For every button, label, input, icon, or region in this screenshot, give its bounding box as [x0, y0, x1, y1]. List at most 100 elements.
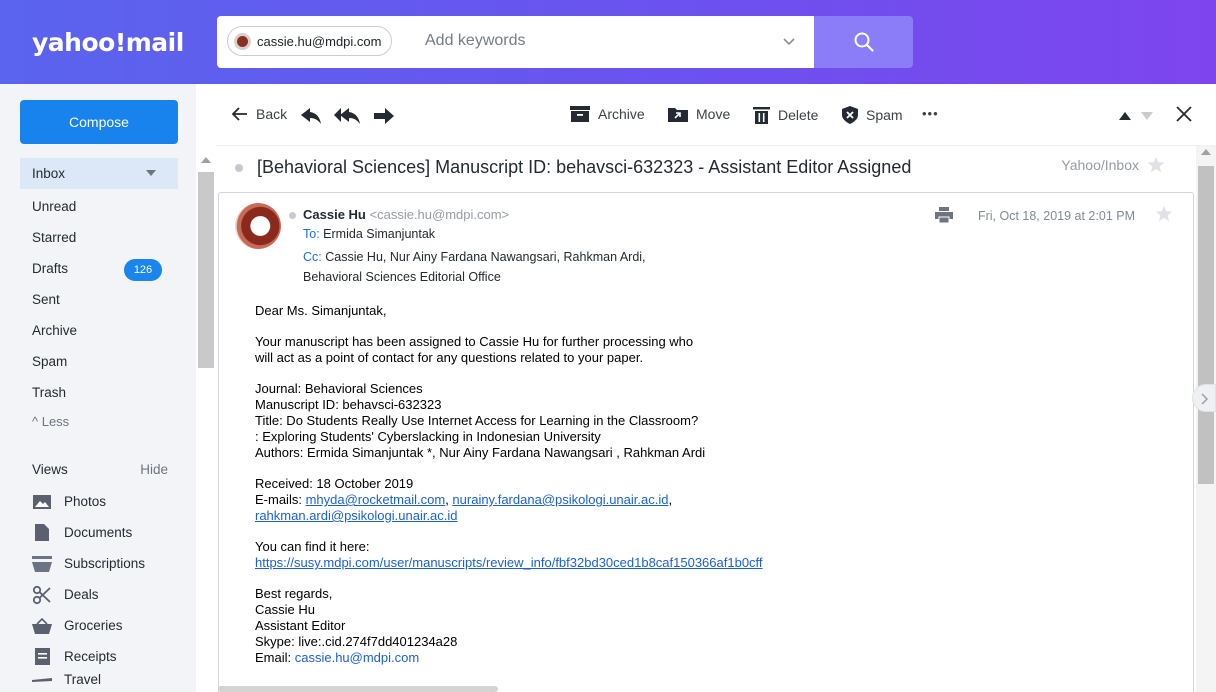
close-icon[interactable] — [1176, 106, 1192, 122]
receipt-icon — [34, 648, 50, 665]
body-paragraph: Your manuscript has been assigned to Cas… — [255, 334, 763, 366]
chevron-right-icon — [1201, 393, 1209, 405]
views-title: Views — [32, 462, 68, 477]
sidebar-item-starred[interactable]: Starred — [20, 222, 178, 253]
cc-recipients[interactable]: Cassie Hu, Nur Ainy Fardana Nawangsari, … — [325, 250, 645, 264]
journal-line: Journal: Behavioral Sciences — [255, 381, 423, 396]
top-bar: yahoo!mail cassie.hu@mdpi.com Add keywor… — [0, 0, 1216, 84]
message-cc: Cc: Cassie Hu, Nur Ainy Fardana Nawangsa… — [303, 247, 823, 287]
move-button[interactable]: Move — [668, 106, 730, 122]
email-link[interactable]: nurainy.fardana@psikologi.unair.ac.id — [452, 492, 668, 507]
chevron-down-icon[interactable] — [778, 30, 800, 52]
sidebar-item-label: Sent — [32, 292, 60, 307]
body-line: Your manuscript has been assigned to Cas… — [255, 334, 694, 349]
drafts-count-badge: 126 — [124, 259, 162, 281]
received-emails: Received: 18 October 2019 E-mails: mhyda… — [255, 476, 763, 524]
previous-message-icon[interactable] — [1119, 112, 1131, 120]
cc-recipients-2[interactable]: Behavioral Sciences Editorial Office — [303, 270, 501, 284]
signature-name: Cassie Hu — [255, 602, 315, 617]
view-item-label: Deals — [64, 587, 99, 602]
sidebar-item-label: Unread — [32, 199, 77, 214]
search-input[interactable]: Add keywords — [425, 32, 526, 50]
view-item-deals[interactable]: Deals — [20, 579, 178, 610]
view-item-photos[interactable]: Photos — [20, 486, 178, 517]
signature-skype: Skype: live:.cid.274f7dd401234a28 — [255, 634, 458, 649]
message-body: Dear Ms. Simanjuntak, Your manuscript ha… — [255, 303, 763, 681]
delete-button[interactable]: Delete — [753, 106, 818, 124]
less-label: ^ Less — [32, 414, 70, 429]
spam-button[interactable]: Spam — [842, 106, 903, 124]
search-contact-chip[interactable]: cassie.hu@mdpi.com — [227, 26, 393, 56]
title-line: Title: Do Students Really Use Internet A… — [255, 413, 699, 428]
horizontal-scrollbar-thumb[interactable] — [218, 686, 498, 692]
to-label: To: — [303, 227, 320, 241]
email-link[interactable]: rahkman.ardi@psikologi.unair.ac.id — [255, 508, 458, 523]
shield-icon — [842, 106, 858, 124]
contact-avatar — [234, 32, 251, 50]
sidebar-item-archive[interactable]: Archive — [20, 315, 178, 346]
search-button[interactable] — [814, 16, 913, 68]
more-actions-button[interactable]: ••• — [922, 106, 939, 121]
star-icon[interactable] — [1155, 205, 1173, 223]
subscriptions-icon — [32, 555, 52, 572]
archive-label: Archive — [598, 106, 645, 122]
delete-label: Delete — [778, 107, 819, 123]
spam-label: Spam — [866, 107, 903, 123]
archive-button[interactable]: Archive — [570, 106, 645, 122]
star-icon[interactable] — [1147, 156, 1165, 174]
title-line-2: : Exploring Students' Cyberslacking in I… — [255, 429, 601, 444]
message-folder[interactable]: Yahoo/Inbox — [1061, 157, 1139, 173]
signature-email-link[interactable]: cassie.hu@mdpi.com — [295, 650, 419, 665]
scissors-icon — [32, 585, 51, 604]
view-item-documents[interactable]: Documents — [20, 517, 178, 548]
view-item-travel[interactable]: Travel — [20, 672, 178, 692]
message-scrollbar-thumb[interactable] — [1198, 166, 1214, 484]
back-label: Back — [256, 106, 288, 122]
sidebar-item-label: Archive — [32, 323, 78, 338]
email-link[interactable]: mhyda@rocketmail.com — [306, 492, 446, 507]
yahoo-mail-logo[interactable]: yahoo!mail — [32, 28, 184, 57]
view-item-receipts[interactable]: Receipts — [20, 641, 178, 672]
compose-button[interactable]: Compose — [20, 100, 178, 144]
forward-icon[interactable] — [374, 108, 394, 124]
message-toolbar: Back Archive Move Delete Spam ••• — [216, 84, 1216, 146]
views-hide-button[interactable]: Hide — [140, 462, 168, 477]
sidebar-item-label: Spam — [32, 354, 68, 369]
email-separator: , — [668, 492, 673, 507]
view-item-label: Photos — [64, 494, 107, 509]
document-icon — [35, 524, 49, 541]
sidebar-item-inbox[interactable]: Inbox — [20, 158, 178, 189]
caret-down-icon[interactable] — [146, 170, 156, 177]
reply-all-icon[interactable] — [334, 108, 360, 124]
archive-icon — [570, 106, 590, 122]
sidebar-item-unread[interactable]: Unread — [20, 191, 178, 222]
manuscript-id-line: Manuscript ID: behavsci-632323 — [255, 397, 442, 412]
view-item-groceries[interactable]: Groceries — [20, 610, 178, 641]
message-from: Cassie Hu <cassie.hu@mdpi.com> — [303, 207, 509, 222]
expand-panel-button[interactable] — [1192, 384, 1216, 412]
sidebar-less-toggle[interactable]: ^ Less — [20, 406, 178, 437]
search-box[interactable]: cassie.hu@mdpi.com Add keywords — [217, 16, 814, 68]
back-button[interactable]: Back — [232, 106, 287, 122]
sidebar-scrollbar-thumb[interactable] — [198, 172, 214, 368]
body-line: will act as a point of contact for any q… — [255, 350, 644, 365]
reply-icon[interactable] — [301, 108, 321, 124]
back-arrow-icon — [232, 107, 247, 121]
sidebar-item-label: Drafts — [32, 261, 69, 276]
unread-dot[interactable] — [235, 164, 243, 172]
sidebar-item-spam[interactable]: Spam — [20, 346, 178, 377]
scroll-up-arrow-icon[interactable] — [1201, 149, 1211, 155]
to-recipient[interactable]: Ermida Simanjuntak — [323, 227, 435, 241]
printer-icon[interactable] — [935, 207, 953, 223]
sender-avatar[interactable] — [235, 203, 281, 249]
move-folder-icon — [668, 108, 688, 122]
next-message-icon[interactable] — [1141, 112, 1153, 120]
sidebar-item-drafts[interactable]: Drafts 126 — [20, 253, 178, 284]
sidebar-item-sent[interactable]: Sent — [20, 284, 178, 315]
manuscript-link[interactable]: https://susy.mdpi.com/user/manuscripts/r… — [255, 555, 763, 570]
sender-name[interactable]: Cassie Hu — [303, 207, 366, 222]
view-item-subscriptions[interactable]: Subscriptions — [20, 548, 178, 579]
scroll-up-arrow-icon[interactable] — [201, 157, 211, 163]
sidebar-item-trash[interactable]: Trash — [20, 377, 178, 408]
received-line: Received: 18 October 2019 — [255, 476, 414, 491]
